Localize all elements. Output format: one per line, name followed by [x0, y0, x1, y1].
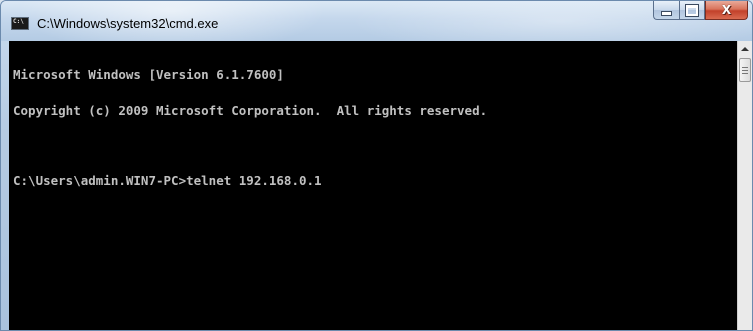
cmd-icon-text: C:\ [13, 18, 24, 25]
command-prompt-line: C:\Users\admin.WIN7-PC>telnet 192.168.0.… [13, 173, 322, 188]
caption-buttons: X [653, 1, 748, 21]
console-line: Copyright (c) 2009 Microsoft Corporation… [13, 103, 488, 118]
grip-line [742, 69, 748, 71]
close-icon: X [721, 3, 732, 17]
chevron-up-icon [741, 47, 749, 51]
grip-line [742, 66, 748, 68]
scroll-thumb[interactable] [739, 58, 751, 82]
close-button[interactable]: X [705, 1, 748, 20]
console-line-blank [13, 141, 487, 151]
window-title: C:\Windows\system32\cmd.exe [37, 16, 219, 31]
minimize-icon [661, 11, 672, 16]
cmd-window: C:\ C:\Windows\system32\cmd.exe X Micros… [0, 0, 753, 331]
console-area[interactable]: Microsoft Windows [Version 6.1.7600] Cop… [9, 41, 737, 330]
cmd-prompt-icon[interactable]: C:\ [11, 17, 29, 30]
title-bar[interactable]: C:\ C:\Windows\system32\cmd.exe X [1, 1, 752, 41]
grip-line [742, 72, 748, 74]
scroll-up-button[interactable] [738, 41, 752, 57]
minimize-button[interactable] [653, 1, 679, 20]
maximize-button[interactable] [679, 1, 705, 20]
console-line: Microsoft Windows [Version 6.1.7600] [13, 67, 284, 82]
maximize-icon [685, 3, 699, 17]
console-output: Microsoft Windows [Version 6.1.7600] Cop… [13, 45, 487, 211]
vertical-scrollbar[interactable] [737, 41, 752, 330]
